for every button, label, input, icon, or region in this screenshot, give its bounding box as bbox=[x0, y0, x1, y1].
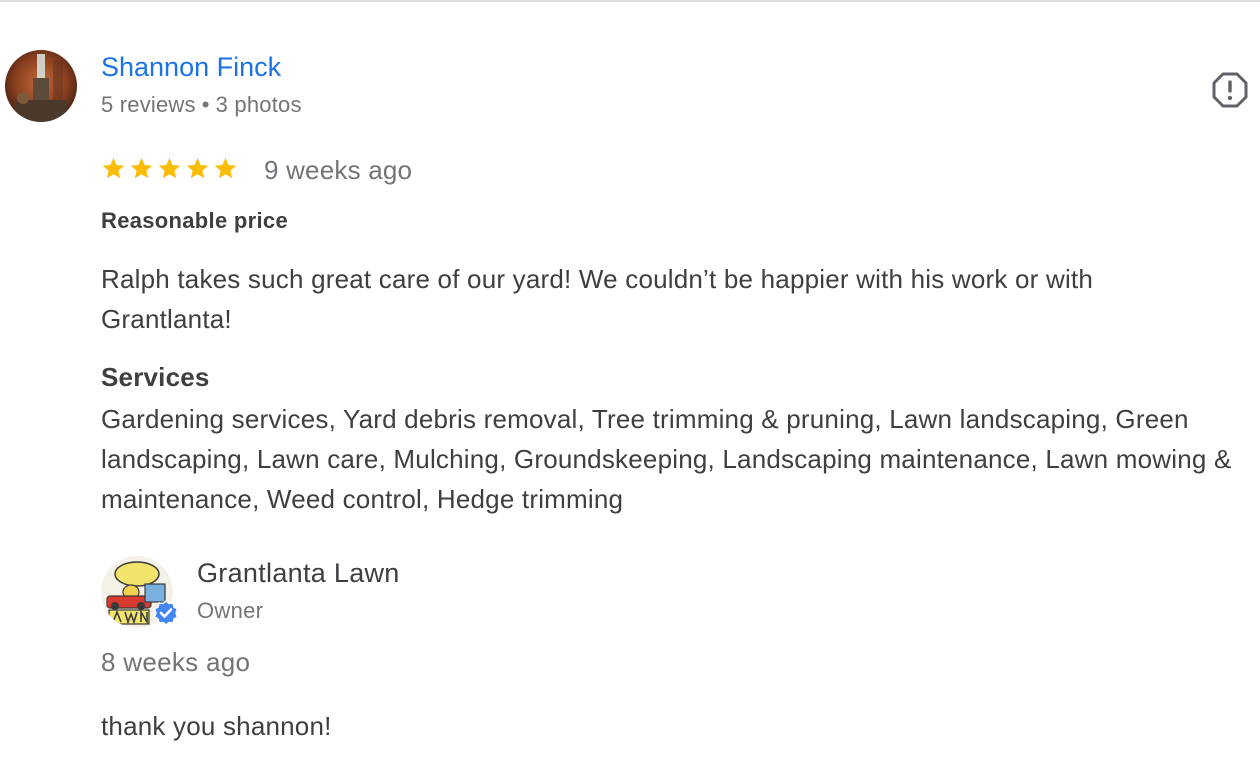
services-list: Gardening services, Yard debris removal,… bbox=[101, 404, 1232, 514]
reply-date: 8 weeks ago bbox=[101, 647, 251, 677]
report-review-button[interactable] bbox=[1210, 70, 1250, 110]
star-icon bbox=[130, 157, 153, 179]
reviewer-reviews-count: 5 reviews bbox=[101, 92, 196, 117]
reviewer-photos-count: 3 photos bbox=[215, 92, 302, 117]
user-photo-avatar-icon bbox=[5, 50, 77, 122]
owner-role-label: Owner bbox=[197, 598, 264, 623]
review-text: Ralph takes such great care of our yard!… bbox=[101, 264, 1093, 334]
verified-badge-icon bbox=[153, 600, 179, 626]
services-title: Services bbox=[101, 362, 210, 392]
review-attribute: Reasonable price bbox=[101, 208, 288, 233]
top-divider bbox=[0, 0, 1260, 2]
star-icon bbox=[102, 157, 125, 179]
star-rating bbox=[101, 156, 238, 181]
meta-separator: • bbox=[201, 92, 210, 117]
star-icon bbox=[214, 157, 237, 179]
reviewer-name-link[interactable]: Shannon Finck bbox=[101, 52, 281, 83]
reviewer-meta: 5 reviews • 3 photos bbox=[101, 92, 302, 118]
reviewer-avatar[interactable] bbox=[5, 50, 77, 122]
owner-name[interactable]: Grantlanta Lawn bbox=[197, 558, 400, 589]
report-flag-icon bbox=[1212, 72, 1248, 108]
review-date: 9 weeks ago bbox=[264, 155, 413, 185]
owner-avatar[interactable] bbox=[101, 556, 179, 628]
star-icon bbox=[158, 157, 181, 179]
reply-text: thank you shannon! bbox=[101, 711, 332, 741]
star-icon bbox=[186, 157, 209, 179]
